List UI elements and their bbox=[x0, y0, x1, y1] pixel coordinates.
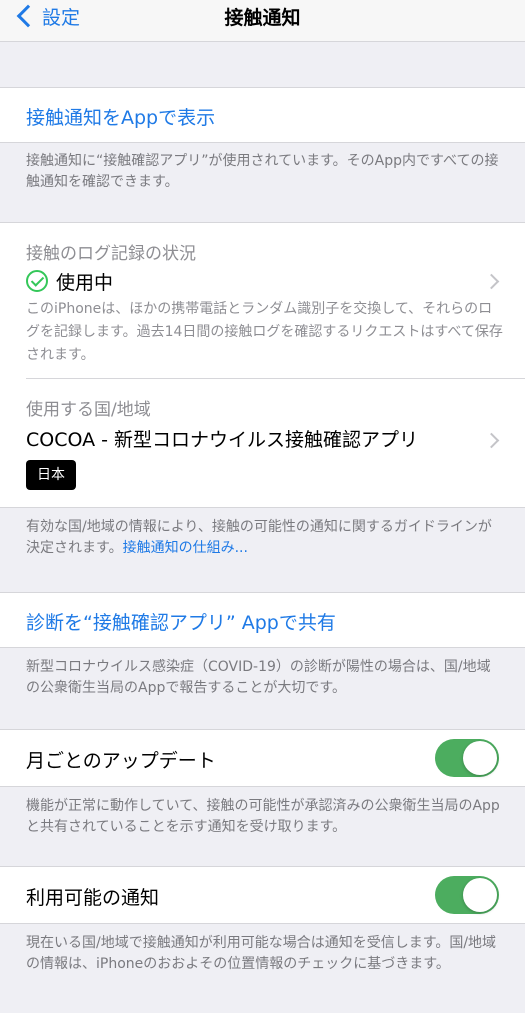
log-status-header: 接触のログ記録の状況 bbox=[26, 244, 196, 264]
region-header: 使用する国/地域 bbox=[26, 400, 151, 420]
checkmark-circle-icon bbox=[26, 270, 48, 292]
app-name: COCOA - 新型コロナウイルス接触確認アプリ bbox=[26, 429, 419, 451]
country-badge: 日本 bbox=[26, 460, 76, 490]
status-group: 接触のログ記録の状況 使用中 このiPhoneは、ほかの携帯電話とランダム識別子… bbox=[0, 222, 525, 508]
view-in-app-cell[interactable]: 接触通知をAppで表示 bbox=[0, 87, 525, 143]
monthly-updates-toggle[interactable] bbox=[435, 739, 499, 777]
availability-alerts-toggle[interactable] bbox=[435, 876, 499, 914]
region-footer: 有効な国/地域の情報により、接触の可能性の通知に関するガイドラインが決定されます… bbox=[26, 517, 504, 559]
availability-alerts-label: 利用可能の通知 bbox=[26, 887, 160, 909]
separator bbox=[26, 378, 525, 379]
view-in-app-footer: 接触通知に“接触確認アプリ”が使用されています。そのApp内ですべての接触通知を… bbox=[26, 153, 499, 190]
toggle-knob bbox=[463, 878, 497, 912]
share-diagnosis-footer: 新型コロナウイルス感染症（COVID-19）の診断が陽性の場合は、国/地域の公衆… bbox=[26, 659, 491, 696]
navigation-bar: 設定 接触通知 bbox=[0, 0, 525, 42]
region-footer-text: 有効な国/地域の情報により、接触の可能性の通知に関するガイドラインが決定されます… bbox=[26, 519, 492, 556]
toggle-knob bbox=[463, 741, 497, 775]
monthly-updates-label: 月ごとのアップデート bbox=[26, 750, 216, 772]
chevron-right-icon bbox=[483, 273, 500, 290]
monthly-updates-footer: 機能が正常に動作していて、接触の可能性が承認済みの公衆衛生当局のAppと共有され… bbox=[26, 798, 500, 835]
share-diagnosis-link[interactable]: 診断を“接触確認アプリ” Appで共有 bbox=[26, 608, 336, 635]
status-label: 使用中 bbox=[56, 272, 114, 294]
availability-alerts-cell: 利用可能の通知 bbox=[0, 866, 525, 924]
how-it-works-link[interactable]: 接触通知の仕組み... bbox=[123, 540, 248, 556]
share-diagnosis-cell[interactable]: 診断を“接触確認アプリ” Appで共有 bbox=[0, 592, 525, 648]
availability-alerts-footer: 現在いる国/地域で接触通知が利用可能な場合は通知を受信します。国/地域の情報は、… bbox=[26, 935, 497, 972]
view-in-app-link[interactable]: 接触通知をAppで表示 bbox=[26, 103, 215, 130]
log-description: このiPhoneは、ほかの携帯電話とランダム識別子を交換して、それらのログを記録… bbox=[26, 301, 503, 363]
log-status-row[interactable]: 使用中 このiPhoneは、ほかの携帯電話とランダム識別子を交換して、それらのロ… bbox=[0, 263, 525, 379]
chevron-right-icon bbox=[483, 432, 500, 449]
region-app-row[interactable]: COCOA - 新型コロナウイルス接触確認アプリ 日本 bbox=[0, 419, 525, 499]
page-title: 接触通知 bbox=[224, 7, 301, 29]
monthly-updates-cell: 月ごとのアップデート bbox=[0, 729, 525, 787]
